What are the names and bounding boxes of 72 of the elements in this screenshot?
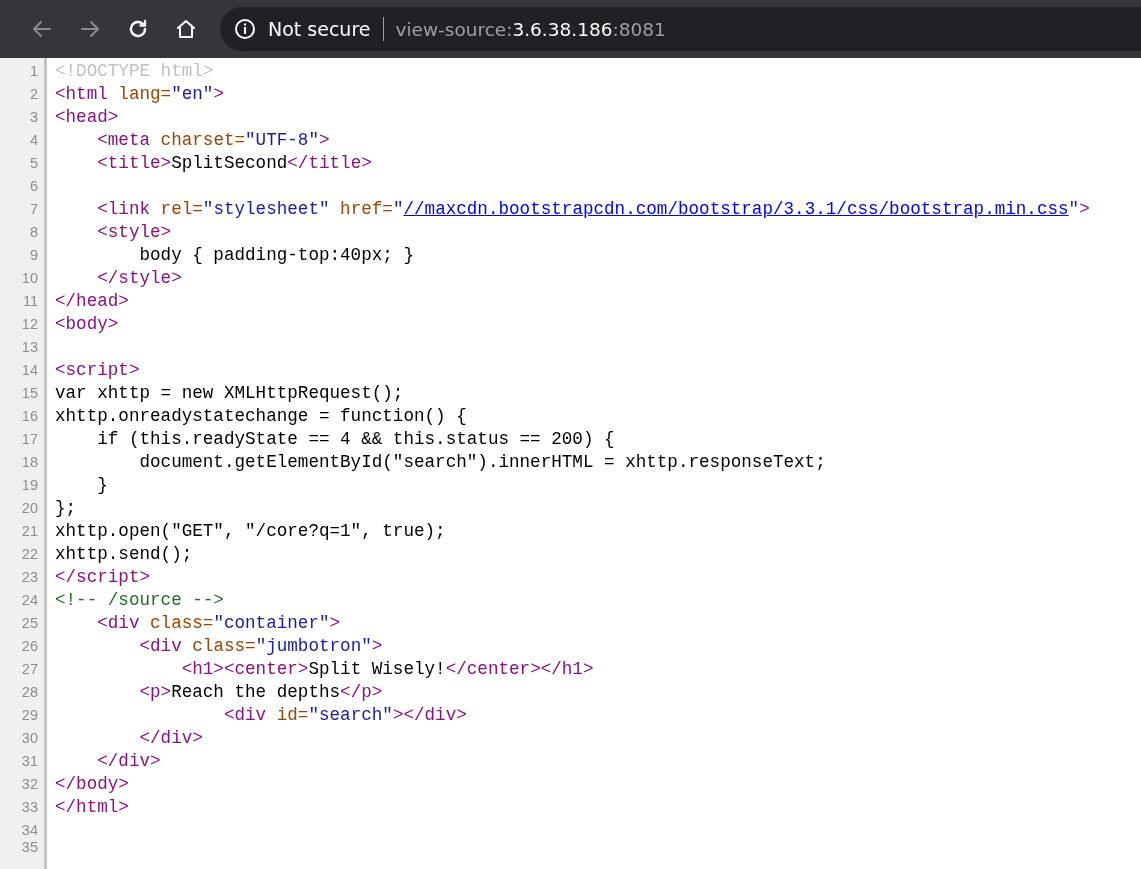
stylesheet-link[interactable]: //maxcdn.bootstrapcdn.com/bootstrap/3.3.1/css/bootstrap.min.css xyxy=(403,199,1069,219)
line-number: 34 xyxy=(20,821,39,836)
url-text: view-source:3.6.38.186:8081 xyxy=(395,18,666,40)
code-line: <script> xyxy=(55,359,140,382)
code-line: <!-- /source --> xyxy=(55,589,224,612)
line-number: 32 xyxy=(20,775,39,794)
code-line: <head> xyxy=(55,106,119,129)
code-line: xhttp.onreadystatechange = function() { xyxy=(55,405,467,428)
code-line: }; xyxy=(55,497,77,520)
code-line: <body> xyxy=(55,313,119,336)
code-line: <div class="container"> xyxy=(96,612,341,635)
code-line: xhttp.send(); xyxy=(55,543,193,566)
code-line: </head> xyxy=(55,290,129,313)
line-number: 1 xyxy=(28,62,39,81)
line-number: 23 xyxy=(20,568,39,587)
line-number: 33 xyxy=(20,798,39,817)
line-number: 5 xyxy=(28,154,39,173)
line-number: 3 xyxy=(28,108,39,127)
code-line: <style> xyxy=(96,221,172,244)
code-line: </html> xyxy=(55,796,129,819)
line-number: 20 xyxy=(20,499,39,518)
line-number: 8 xyxy=(28,223,39,242)
code-line: <link rel="stylesheet" href="//maxcdn.bootstrapcdn.com/bootstrap/3.3.1/css/bootstrap.min.css"> xyxy=(96,198,1090,221)
code-line: <!DOCTYPE html> xyxy=(55,60,214,83)
security-label: Not secure xyxy=(268,18,371,40)
line-number: 25 xyxy=(20,614,39,633)
line-number: 16 xyxy=(20,407,39,426)
line-number: 21 xyxy=(20,522,39,541)
code-line: } xyxy=(96,474,108,497)
code-line: </style> xyxy=(96,267,182,290)
line-number: 13 xyxy=(20,338,39,357)
line-number: 17 xyxy=(20,430,39,449)
line-number: 9 xyxy=(28,246,39,265)
code-line: <html lang="en"> xyxy=(55,83,224,106)
line-number: 35 xyxy=(20,838,39,853)
line-number: 24 xyxy=(20,591,39,610)
code-line: </script> xyxy=(55,566,151,589)
home-icon xyxy=(174,17,198,41)
code-line: </body> xyxy=(55,773,129,796)
line-number: 26 xyxy=(20,637,39,656)
line-number: 12 xyxy=(20,315,39,334)
code-line: <div id="search"></div> xyxy=(222,704,467,727)
line-number: 6 xyxy=(28,177,39,196)
line-number: 22 xyxy=(20,545,39,564)
code-line: <h1><center>Split Wisely!</center></h1> xyxy=(180,658,594,681)
code-line: if (this.readyState == 4 && this.status == 200) { xyxy=(96,428,615,451)
code-line: body { padding-top:40px; } xyxy=(138,244,414,267)
line-number: 11 xyxy=(21,292,39,311)
info-icon xyxy=(234,18,256,40)
code-line: </div> xyxy=(96,750,161,773)
line-number: 2 xyxy=(28,85,39,104)
line-number: 7 xyxy=(28,200,39,219)
line-number: 10 xyxy=(20,269,39,288)
line-number: 19 xyxy=(20,476,39,495)
line-number: 30 xyxy=(20,729,39,748)
line-number: 31 xyxy=(20,752,39,771)
code-line: </div> xyxy=(138,727,203,750)
code-line: xhttp.open("GET", "/core?q=1", true); xyxy=(55,520,446,543)
line-number: 27 xyxy=(20,660,39,679)
code-line: var xhttp = new XMLHttpRequest(); xyxy=(55,382,404,405)
code-line: document.getElementById("search").innerHTML = xhttp.responseText; xyxy=(138,451,826,474)
line-number: 28 xyxy=(20,683,39,702)
line-number: 29 xyxy=(20,706,39,725)
address-bar[interactable]: Not secure view-source:3.6.38.186:8081 xyxy=(220,7,1141,51)
line-number: 18 xyxy=(20,453,39,472)
line-number: 15 xyxy=(20,384,39,403)
line-number: 4 xyxy=(28,131,39,150)
code-line: <meta charset="UTF-8"> xyxy=(96,129,330,152)
code-line: <title>SplitSecond</title> xyxy=(96,152,372,175)
code-line: <div class="jumbotron"> xyxy=(138,635,383,658)
code-line: <p>Reach the depths</p> xyxy=(138,681,383,704)
line-number: 14 xyxy=(20,361,39,380)
